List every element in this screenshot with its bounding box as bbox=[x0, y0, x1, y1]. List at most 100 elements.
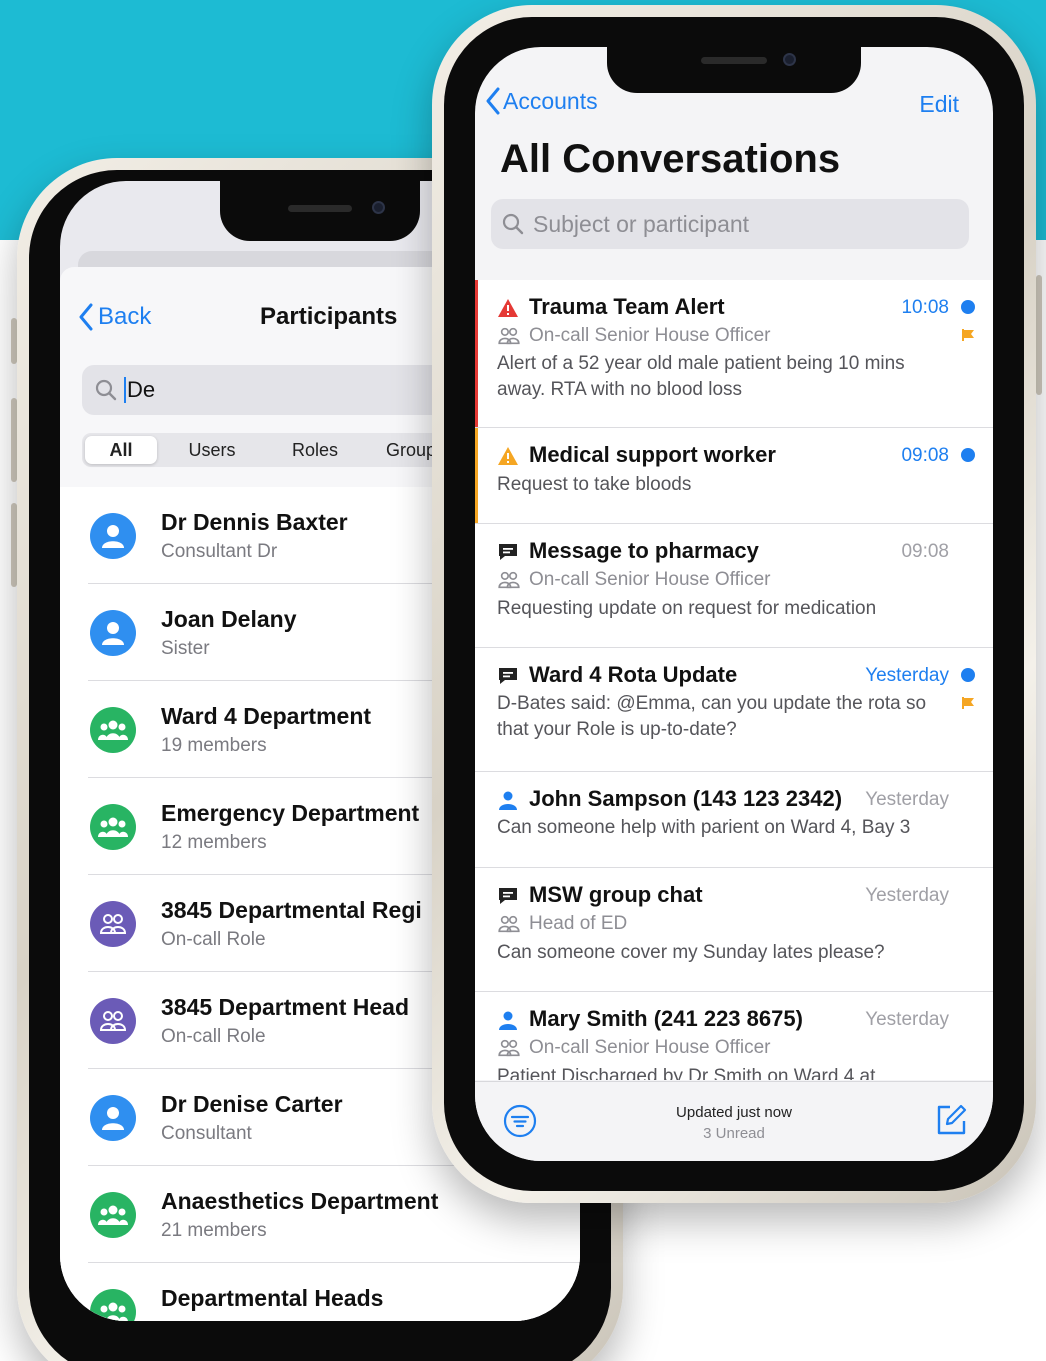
conversation-time: Yesterday bbox=[865, 1009, 949, 1030]
compose-button[interactable] bbox=[933, 1102, 969, 1138]
message-icon bbox=[497, 665, 519, 687]
role-label: On-call Senior House Officer bbox=[529, 1037, 771, 1058]
group-avatar-icon bbox=[90, 707, 136, 753]
role-label: On-call Senior House Officer bbox=[529, 569, 771, 590]
bottom-toolbar: Updated just now 3 Unread bbox=[475, 1081, 993, 1161]
role-group-icon bbox=[498, 327, 520, 345]
conversations-phone: Accounts Edit All Conversations Subject … bbox=[432, 5, 1042, 1203]
conversation-title: John Sampson (143 123 2342) bbox=[529, 786, 843, 811]
conversation-time: Yesterday bbox=[865, 885, 949, 906]
phone-notch bbox=[607, 47, 861, 93]
page-title: All Conversations bbox=[500, 137, 841, 181]
warning-red-icon bbox=[497, 297, 519, 319]
participant-name: Departmental Heads bbox=[161, 1285, 384, 1311]
unread-count: 3 Unread bbox=[703, 1125, 765, 1142]
conversation-title: Message to pharmacy bbox=[529, 538, 759, 563]
conversation-time: 09:08 bbox=[901, 445, 949, 466]
tab-all[interactable]: All bbox=[85, 436, 157, 464]
unread-dot-icon bbox=[961, 448, 975, 462]
group-avatar-icon bbox=[90, 1192, 136, 1238]
user-avatar-icon bbox=[90, 610, 136, 656]
unread-dot-icon bbox=[961, 300, 975, 314]
conversation-row[interactable]: MSW group chat Yesterday Head of ED Can … bbox=[475, 868, 993, 992]
participant-subtitle: 19 members bbox=[161, 735, 267, 756]
search-icon bbox=[501, 212, 525, 236]
accounts-back-button[interactable]: Accounts bbox=[485, 87, 598, 115]
earpiece-speaker bbox=[288, 205, 352, 212]
search-icon bbox=[95, 379, 117, 401]
conversation-title: Ward 4 Rota Update bbox=[529, 662, 738, 687]
edit-button[interactable]: Edit bbox=[919, 91, 959, 118]
participant-subtitle: On-call Role bbox=[161, 929, 266, 950]
text-cursor bbox=[124, 377, 126, 403]
participant-name: Joan Delany bbox=[161, 606, 297, 632]
user-avatar-icon bbox=[90, 1095, 136, 1141]
tab-roles[interactable]: Roles bbox=[267, 436, 363, 464]
user-avatar-icon bbox=[90, 513, 136, 559]
conversation-preview: Requesting update on request for medicat… bbox=[497, 598, 877, 619]
participant-name: Dr Denise Carter bbox=[161, 1091, 343, 1117]
power-button bbox=[1036, 275, 1042, 395]
participant-subtitle: Sister bbox=[161, 638, 210, 659]
participant-row[interactable]: Departmental Heads bbox=[60, 1263, 580, 1321]
conversation-preview: Patient Discharged by Dr Smith on Ward 4… bbox=[497, 1066, 876, 1080]
conversation-row[interactable]: Medical support worker 09:08 Request to … bbox=[475, 428, 993, 524]
participant-name: Dr Dennis Baxter bbox=[161, 509, 348, 535]
compose-icon bbox=[937, 1104, 967, 1135]
back-button[interactable]: Back bbox=[78, 303, 151, 331]
conversation-preview: D-Bates said: @Emma, can you update the … bbox=[497, 693, 927, 740]
conversation-title: Trauma Team Alert bbox=[529, 294, 725, 319]
group-avatar-icon bbox=[90, 1289, 136, 1321]
search-value: De bbox=[127, 377, 156, 402]
conversation-row[interactable]: Message to pharmacy 09:08 On-call Senior… bbox=[475, 524, 993, 648]
participant-name: Emergency Department bbox=[161, 800, 420, 826]
conversation-time: 09:08 bbox=[901, 541, 949, 562]
participant-subtitle: Consultant Dr bbox=[161, 541, 278, 562]
participant-subtitle: Consultant bbox=[161, 1123, 252, 1144]
conversation-row[interactable]: Mary Smith (241 223 8675) Yesterday On-c… bbox=[475, 992, 993, 1080]
conversation-role: On-call Senior House Officer bbox=[497, 325, 770, 347]
conversation-preview: Alert of a 52 year old male patient bein… bbox=[497, 353, 905, 400]
participant-name: Ward 4 Department bbox=[161, 703, 372, 729]
role-group-icon bbox=[498, 1039, 520, 1057]
priority-accent-bar bbox=[475, 428, 478, 523]
priority-accent-bar bbox=[475, 280, 478, 427]
conversation-time: 10:08 bbox=[901, 297, 949, 318]
conversation-row[interactable]: Ward 4 Rota Update Yesterday D-Bates sai… bbox=[475, 648, 993, 772]
conversation-time: Yesterday bbox=[865, 789, 949, 810]
conversation-time: Yesterday bbox=[865, 665, 949, 686]
conversation-list: Trauma Team Alert 10:08 On-call Senior H… bbox=[475, 280, 993, 1080]
role-group-icon bbox=[498, 571, 520, 589]
accounts-label: Accounts bbox=[503, 87, 598, 114]
conversation-row[interactable]: John Sampson (143 123 2342) Yesterday Ca… bbox=[475, 772, 993, 868]
flag-icon bbox=[961, 696, 975, 713]
conversation-row[interactable]: Trauma Team Alert 10:08 On-call Senior H… bbox=[475, 280, 993, 428]
search-placeholder: Subject or participant bbox=[533, 210, 750, 237]
participant-subtitle: 21 members bbox=[161, 1220, 267, 1241]
person-icon bbox=[497, 789, 519, 811]
earpiece-speaker bbox=[701, 57, 767, 64]
role-label: Head of ED bbox=[529, 913, 628, 934]
phone-notch bbox=[220, 181, 420, 241]
conversation-search-input[interactable]: Subject or participant bbox=[491, 199, 969, 249]
chevron-left-icon bbox=[79, 303, 93, 331]
unread-dot-icon bbox=[961, 668, 975, 682]
participant-name: 3845 Department Head bbox=[161, 994, 409, 1020]
chevron-left-icon bbox=[486, 87, 500, 115]
role-label: On-call Senior House Officer bbox=[529, 325, 771, 346]
front-camera-icon bbox=[372, 201, 385, 214]
conversation-title: Mary Smith (241 223 8675) bbox=[529, 1006, 803, 1031]
participant-subtitle: 12 members bbox=[161, 832, 267, 853]
warning-orange-icon bbox=[497, 445, 519, 467]
update-status: Updated just now bbox=[676, 1104, 792, 1121]
front-camera-icon bbox=[783, 53, 796, 66]
conversation-preview: Can someone cover my Sunday lates please… bbox=[497, 942, 885, 963]
tab-users[interactable]: Users bbox=[157, 436, 267, 464]
participant-subtitle: On-call Role bbox=[161, 1026, 266, 1047]
person-icon bbox=[497, 1009, 519, 1031]
message-icon bbox=[497, 541, 519, 563]
conversation-title: MSW group chat bbox=[529, 882, 703, 907]
role-avatar-icon bbox=[90, 901, 136, 947]
conversations-screen: Accounts Edit All Conversations Subject … bbox=[475, 47, 993, 1161]
back-label: Back bbox=[98, 303, 152, 330]
